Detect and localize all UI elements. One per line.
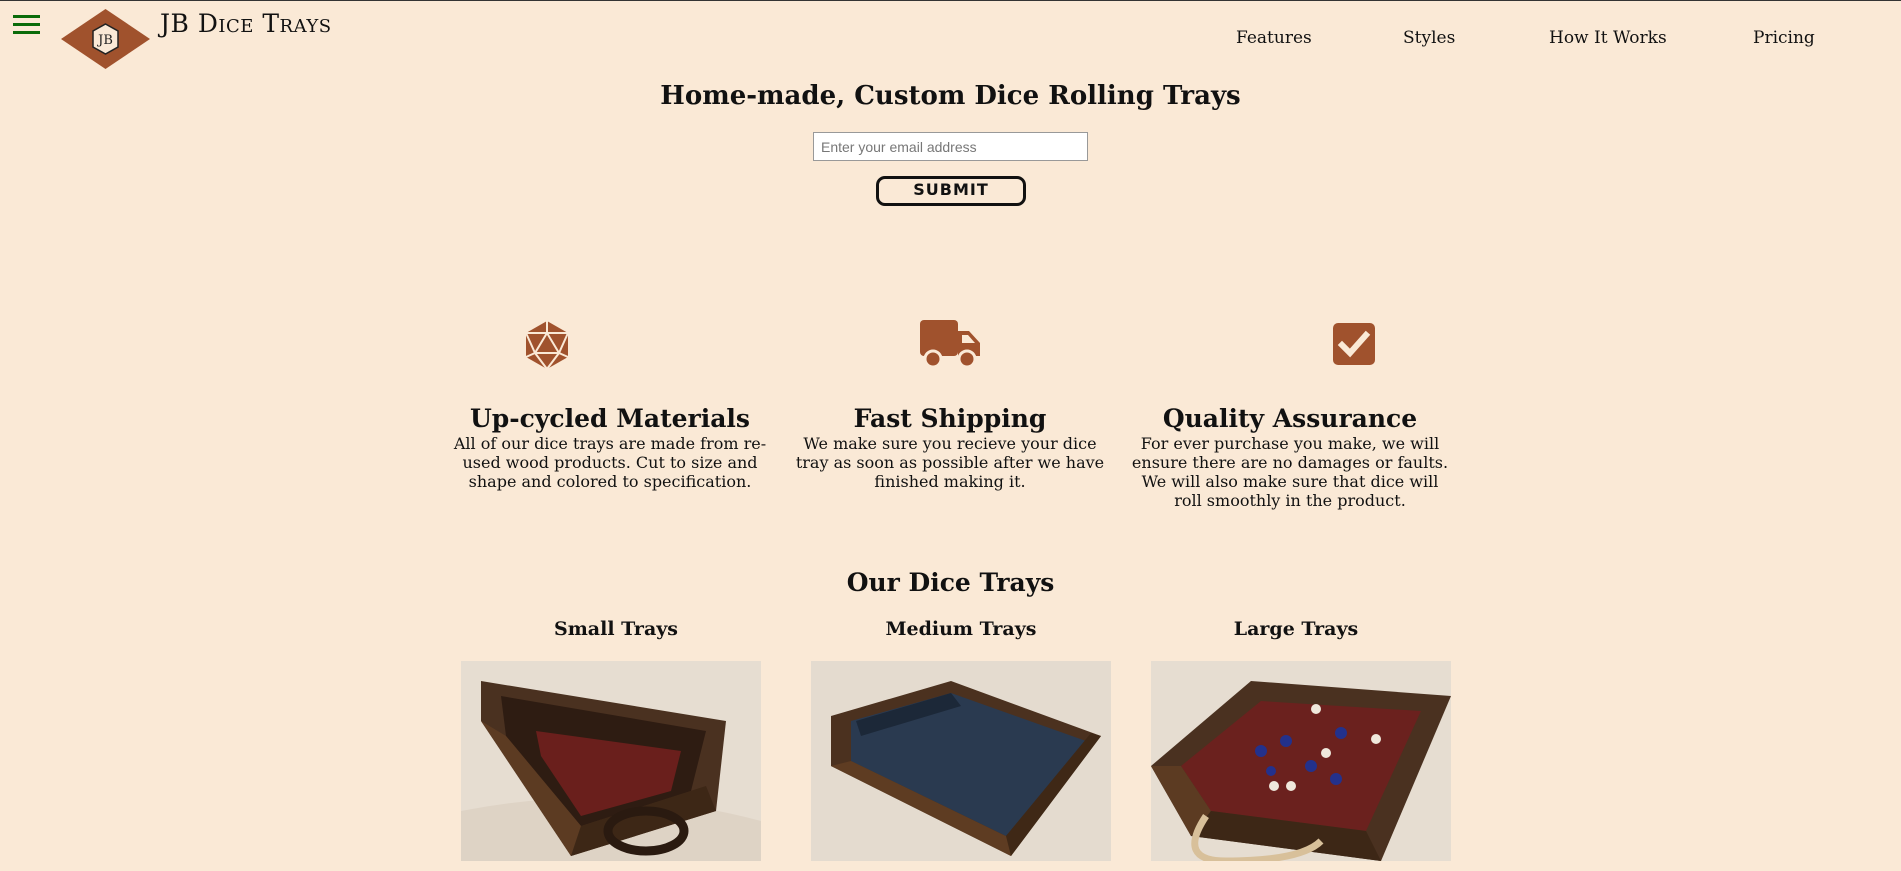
tray-image-medium[interactable]	[811, 661, 1111, 861]
tray-image-large[interactable]	[1151, 661, 1451, 861]
hero-title: Home-made, Custom Dice Rolling Trays	[660, 81, 1241, 111]
menu-icon[interactable]	[13, 15, 40, 35]
section-title-trays: Our Dice Trays	[846, 568, 1055, 597]
logo-letters: JB	[96, 33, 113, 48]
nav-styles[interactable]: Styles	[1403, 28, 1455, 48]
tray-label-large: Large Trays	[1233, 618, 1359, 640]
tray-image-small[interactable]	[461, 661, 761, 861]
feature-title-quality: Quality Assurance	[1162, 404, 1418, 433]
feature-text-materials: All of our dice trays are made from re-u…	[453, 434, 767, 491]
nav-how-it-works[interactable]: How It Works	[1549, 28, 1667, 48]
nav-features[interactable]: Features	[1236, 28, 1312, 48]
logo[interactable]: JB	[61, 9, 150, 69]
nav-pricing[interactable]: Pricing	[1753, 28, 1815, 48]
feature-title-materials: Up-cycled Materials	[470, 404, 750, 433]
feature-title-shipping: Fast Shipping	[853, 404, 1047, 433]
tray-label-medium: Medium Trays	[885, 618, 1037, 640]
email-input[interactable]	[813, 132, 1088, 161]
tray-label-small: Small Trays	[553, 618, 678, 640]
checkbox-icon	[1333, 323, 1375, 365]
brand-name[interactable]: JB Dice Trays	[160, 9, 332, 38]
truck-icon	[920, 320, 980, 369]
feature-text-quality: For ever purchase you make, we will ensu…	[1131, 434, 1449, 510]
submit-button[interactable]: SUBMIT	[876, 176, 1026, 206]
page: JB JB Dice Trays Features Styles How It …	[0, 0, 1901, 871]
feature-text-shipping: We make sure you recieve your dice tray …	[795, 434, 1105, 491]
d20-dice-icon	[525, 321, 569, 370]
